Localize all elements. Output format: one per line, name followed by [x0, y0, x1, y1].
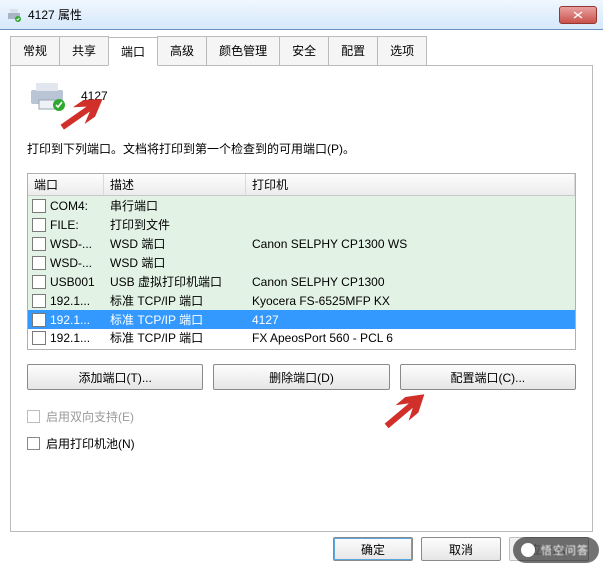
watermark-text: 悟空问答	[541, 542, 589, 558]
printer-cell: FX ApeosPort 560 - PCL 6	[246, 331, 575, 345]
ports-table: 端口 描述 打印机 COM4: 串行端口 FILE: 打印到文件 WSD-... WSD …	[27, 173, 576, 350]
table-row[interactable]: 192.1... 标准 TCP/IP 端口FX ApeosPort 560 - P…	[28, 329, 575, 346]
table-row[interactable]: WSD-... WSD 端口Canon SELPHY CP1300 WS	[28, 234, 575, 253]
printer-small-icon	[6, 7, 22, 23]
table-row[interactable]: 192.1... 标准 TCP/IP 端口Kyocera FS-6525MFP K…	[28, 291, 575, 310]
printer-name: 4127	[81, 89, 108, 103]
tab-2[interactable]: 端口	[108, 37, 158, 66]
port-cell: 192.1...	[50, 294, 90, 308]
printer-cell: Kyocera FS-6525MFP KX	[246, 294, 575, 308]
col-header-desc[interactable]: 描述	[104, 174, 246, 195]
tab-0[interactable]: 常规	[10, 36, 60, 65]
pool-label: 启用打印机池(N)	[46, 435, 135, 452]
port-cell: WSD-...	[50, 256, 92, 270]
config-port-button[interactable]: 配置端口(C)...	[400, 364, 576, 390]
desc-cell: WSD 端口	[104, 235, 246, 252]
port-cell: USB001	[50, 275, 95, 289]
tab-1[interactable]: 共享	[59, 36, 109, 65]
port-cell: 192.1...	[50, 331, 90, 345]
window-title: 4127 属性	[28, 6, 559, 23]
tab-5[interactable]: 安全	[279, 36, 329, 65]
table-row[interactable]: USB001 USB 虚拟打印机端口Canon SELPHY CP1300	[28, 272, 575, 291]
cancel-button[interactable]: 取消	[421, 537, 501, 561]
pool-check-line[interactable]: 启用打印机池(N)	[27, 435, 576, 452]
close-button[interactable]	[559, 6, 597, 24]
printer-cell: 4127	[246, 313, 575, 327]
tab-3[interactable]: 高级	[157, 36, 207, 65]
desc-cell: WSD 端口	[104, 254, 246, 271]
table-row[interactable]: ✔ 192.1... 标准 TCP/IP 端口4127	[28, 310, 575, 329]
bidir-checkbox	[27, 410, 40, 423]
port-checkbox[interactable]	[32, 331, 46, 345]
desc-cell: 标准 TCP/IP 端口	[104, 311, 246, 328]
ports-description: 打印到下列端口。文档将打印到第一个检查到的可用端口(P)。	[27, 140, 576, 157]
watermark-logo-icon	[521, 543, 535, 557]
port-checkbox[interactable]: ✔	[32, 313, 46, 327]
col-header-port[interactable]: 端口	[28, 174, 104, 195]
port-cell: FILE:	[50, 218, 79, 232]
tab-bar: 常规共享端口高级颜色管理安全配置选项	[10, 36, 593, 66]
port-checkbox[interactable]	[32, 237, 46, 251]
table-row[interactable]: COM4: 串行端口	[28, 196, 575, 215]
printer-cell: Canon SELPHY CP1300 WS	[246, 237, 575, 251]
desc-cell: USB 虚拟打印机端口	[104, 273, 246, 290]
port-checkbox[interactable]	[32, 218, 46, 232]
bidir-label: 启用双向支持(E)	[46, 408, 134, 425]
port-checkbox[interactable]	[32, 275, 46, 289]
desc-cell: 标准 TCP/IP 端口	[104, 292, 246, 309]
tab-7[interactable]: 选项	[377, 36, 427, 65]
port-checkbox[interactable]	[32, 256, 46, 270]
port-checkbox[interactable]	[32, 294, 46, 308]
desc-cell: 串行端口	[104, 197, 246, 214]
printer-cell: Canon SELPHY CP1300	[246, 275, 575, 289]
watermark: 悟空问答	[513, 537, 599, 563]
desc-cell: 打印到文件	[104, 216, 246, 233]
delete-port-button[interactable]: 删除端口(D)	[213, 364, 389, 390]
port-cell: 192.1...	[50, 313, 90, 327]
desc-cell: 标准 TCP/IP 端口	[104, 329, 246, 346]
port-cell: WSD-...	[50, 237, 92, 251]
pool-checkbox[interactable]	[27, 437, 40, 450]
port-checkbox[interactable]	[32, 199, 46, 213]
titlebar: 4127 属性	[0, 0, 603, 30]
col-header-printer[interactable]: 打印机	[246, 174, 575, 195]
port-cell: COM4:	[50, 199, 88, 213]
table-row[interactable]: WSD-... WSD 端口	[28, 253, 575, 272]
tab-content-ports: 4127 打印到下列端口。文档将打印到第一个检查到的可用端口(P)。 端口 描述…	[10, 66, 593, 532]
printer-icon	[27, 80, 67, 112]
ok-button[interactable]: 确定	[333, 537, 413, 561]
bidir-check-line: 启用双向支持(E)	[27, 408, 576, 425]
tab-6[interactable]: 配置	[328, 36, 378, 65]
tab-4[interactable]: 颜色管理	[206, 36, 280, 65]
add-port-button[interactable]: 添加端口(T)...	[27, 364, 203, 390]
table-row[interactable]: FILE: 打印到文件	[28, 215, 575, 234]
